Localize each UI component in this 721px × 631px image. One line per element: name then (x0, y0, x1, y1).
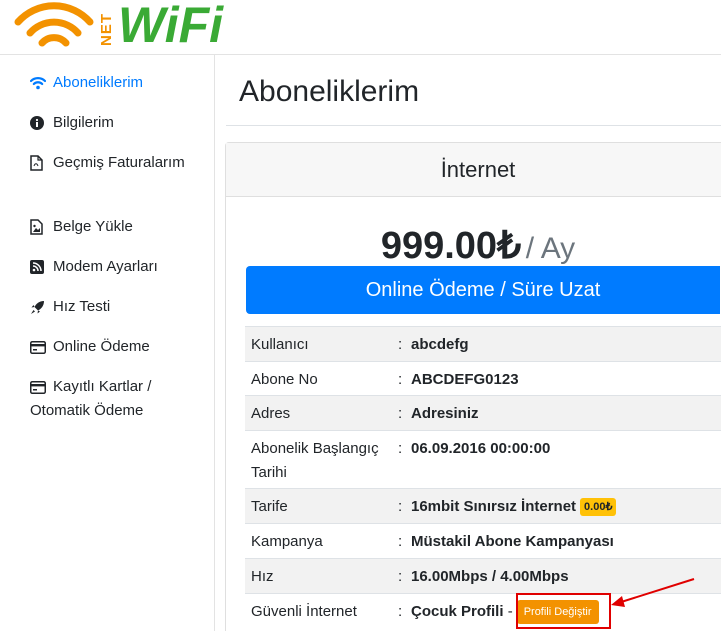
row-value: 16.00Mbps / 4.00Mbps (411, 568, 569, 585)
sidebar-item-gecmis-faturalarim[interactable]: Geçmiş Faturalarım (30, 151, 210, 175)
price-period: / Ay (525, 232, 576, 265)
row-value: Müstakil Abone Kampanyası (411, 533, 614, 550)
sidebar-item-label: Kayıtlı Kartlar / Otomatik Ödeme (30, 378, 152, 420)
row-key: Abone No (251, 371, 318, 388)
info-circle-icon (30, 116, 48, 131)
row-key: Abonelik Başlangıç Tarihi (251, 440, 379, 481)
logo-wifi-text: WiFi (118, 0, 224, 53)
table-row: Adres : Adresiniz (245, 396, 721, 431)
sidebar-item-modem-ayarlari[interactable]: Modem Ayarları (30, 255, 210, 279)
image-file-icon (30, 219, 48, 235)
sidebar-item-aboneliklerim[interactable]: Aboneliklerim (30, 71, 210, 95)
sidebar-item-label: Belge Yükle (53, 218, 133, 236)
sidebar-item-label: Geçmiş Faturalarım (53, 154, 185, 172)
row-separator: : (398, 568, 403, 585)
pdf-file-icon (30, 155, 48, 171)
table-row: Abonelik Başlangıç Tarihi : 06.09.2016 0… (245, 431, 721, 489)
table-row: Tarife : 16mbit Sınırsız İnternet 0.00₺ (245, 489, 721, 524)
sidebar-item-kayitli-kartlar[interactable]: Kayıtlı Kartlar / Otomatik Ödeme (30, 375, 210, 423)
netwifi-logo[interactable]: NET WiFi (14, 0, 230, 53)
row-separator: : (398, 498, 403, 515)
row-separator: : (398, 440, 403, 457)
logo-net-text: NET (98, 13, 115, 46)
row-value: Çocuk Profili (411, 603, 504, 620)
main-content: Aboneliklerim İnternet 999.00₺ / Ay Onli… (216, 55, 721, 631)
row-value: ABCDEFG0123 (411, 371, 519, 388)
top-header: NET WiFi (0, 0, 721, 55)
row-separator: : (398, 405, 403, 422)
credit-card-icon (30, 380, 48, 394)
row-key: Kampanya (251, 533, 323, 550)
row-value: 16mbit Sınırsız İnternet (411, 498, 577, 515)
row-separator: : (398, 336, 403, 353)
sidebar-item-belge-yukle[interactable]: Belge Yükle (30, 215, 210, 239)
wifi-signal-logo-icon (14, 2, 94, 47)
sidebar-item-label: Modem Ayarları (53, 258, 158, 276)
online-payment-button[interactable]: Online Ödeme / Süre Uzat (246, 266, 720, 314)
row-key: Tarife (251, 498, 288, 515)
title-divider (226, 125, 721, 126)
row-separator: : (398, 533, 403, 550)
price-display: 999.00₺ / Ay (226, 223, 721, 268)
subscription-card: İnternet 999.00₺ / Ay Online Ödeme / Sür… (225, 142, 721, 631)
table-row: Kullanıcı : abcdefg (245, 327, 721, 362)
row-separator: : (398, 371, 403, 388)
table-row: Kampanya : Müstakil Abone Kampanyası (245, 524, 721, 559)
sidebar: Aboneliklerim Bilgilerim Geçmiş Faturala… (0, 55, 215, 631)
wifi-icon (30, 76, 48, 90)
rss-square-icon (30, 260, 48, 275)
page-title: Aboneliklerim (239, 75, 420, 108)
sidebar-item-label: Bilgilerim (53, 114, 114, 132)
card-header: İnternet (226, 143, 721, 197)
row-value-dash: - (507, 603, 513, 620)
sidebar-item-label: Hız Testi (53, 298, 111, 316)
sidebar-item-label: Aboneliklerim (53, 74, 144, 92)
row-key: Adres (251, 405, 291, 422)
row-key: Hız (251, 568, 274, 585)
credit-card-icon (30, 340, 48, 354)
row-value: Adresiniz (411, 405, 479, 422)
row-key: Güvenli İnternet (251, 603, 357, 620)
rocket-icon (30, 300, 48, 315)
row-value: abcdefg (411, 336, 469, 353)
annotation-arrow-icon (611, 578, 695, 607)
sidebar-item-hiz-testi[interactable]: Hız Testi (30, 295, 210, 319)
row-value-group: 16mbit Sınırsız İnternet 0.00₺ (411, 495, 617, 519)
sidebar-item-bilgilerim[interactable]: Bilgilerim (30, 111, 210, 135)
sidebar-item-online-odeme[interactable]: Online Ödeme (30, 335, 210, 359)
sidebar-item-label: Online Ödeme (53, 338, 150, 356)
annotation-highlight-box (516, 593, 611, 629)
price-amount: 999.00₺ (380, 225, 522, 267)
row-value: 06.09.2016 00:00:00 (411, 440, 551, 457)
row-separator: : (398, 603, 403, 620)
row-key: Kullanıcı (251, 336, 309, 353)
price-badge: 0.00₺ (580, 498, 617, 517)
table-row: Abone No : ABCDEFG0123 (245, 362, 721, 396)
